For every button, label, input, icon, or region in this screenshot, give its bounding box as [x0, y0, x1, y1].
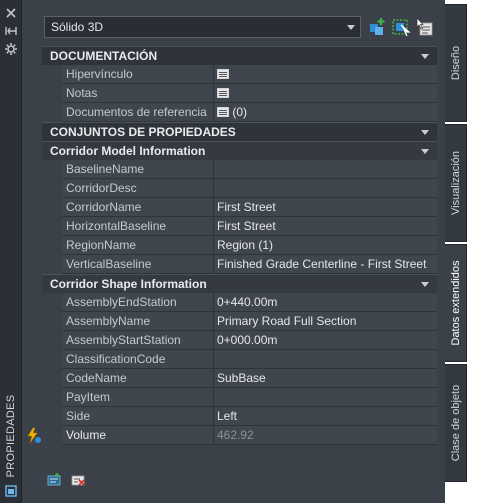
collapse-arrow-icon[interactable] [421, 282, 429, 287]
property-value[interactable] [214, 350, 437, 369]
property-name: Documentos de referencia [62, 103, 214, 122]
calculated-field-icon [27, 427, 41, 444]
toolbar: Sólido 3D [42, 14, 437, 40]
property-row[interactable]: ClassificationCode [42, 350, 437, 369]
property-name: Volume [62, 426, 214, 445]
collapse-arrow-icon[interactable] [421, 54, 429, 59]
add-property-set-icon[interactable] [46, 472, 62, 488]
property-value[interactable]: Region (1) [214, 236, 437, 255]
property-name: AssemblyStartStation [62, 331, 214, 350]
property-row[interactable]: AssemblyEndStation 0+440.00m [42, 293, 437, 312]
property-name: VerticalBaseline [62, 255, 214, 274]
section-conjuntos[interactable]: CONJUNTOS DE PROPIEDADES [42, 122, 437, 141]
tab-datos-extendidos[interactable]: Datos extendidos [445, 244, 467, 362]
properties-panel: Sólido 3D DOCUMENTACIÓN Hipervínculo Not… [22, 0, 445, 503]
property-row[interactable]: CodeName SubBase [42, 369, 437, 388]
property-value[interactable]: 0+440.00m [214, 293, 437, 312]
property-value[interactable]: (0) [214, 103, 437, 122]
palette-icon [4, 484, 18, 498]
edit-list-icon[interactable] [217, 68, 229, 79]
property-value[interactable] [214, 160, 437, 179]
property-name: HorizontalBaseline [62, 217, 214, 236]
edit-list-icon[interactable] [217, 106, 229, 117]
property-name: PayItem [62, 388, 214, 407]
property-name: BaselineName [62, 160, 214, 179]
palette-title: PROPIEDADES [5, 394, 17, 478]
section-title: DOCUMENTACIÓN [50, 49, 158, 63]
settings-icon[interactable] [4, 42, 18, 56]
close-icon[interactable] [4, 6, 18, 20]
property-name: CorridorDesc [62, 179, 214, 198]
property-value[interactable]: Finished Grade Centerline - First Street [214, 255, 437, 274]
edit-list-icon[interactable] [217, 87, 229, 98]
property-value: 462.92 [214, 426, 437, 445]
property-value[interactable] [214, 179, 437, 198]
property-value[interactable]: Primary Road Full Section [214, 312, 437, 331]
add-selection-icon[interactable] [367, 17, 387, 37]
property-value[interactable]: Left [214, 407, 437, 426]
property-row[interactable]: VerticalBaseline Finished Grade Centerlin… [42, 255, 437, 274]
section-title: Corridor Shape Information [50, 277, 207, 291]
property-value[interactable]: 0+000.00m [214, 331, 437, 350]
property-row[interactable]: BaselineName [42, 160, 437, 179]
property-name: AssemblyEndStation [62, 293, 214, 312]
tab-visualizacion[interactable]: Visualización [445, 124, 467, 242]
property-name: CodeName [62, 369, 214, 388]
section-documentacion[interactable]: DOCUMENTACIÓN [42, 46, 437, 65]
object-type-value: Sólido 3D [51, 20, 104, 34]
property-row[interactable]: Side Left [42, 407, 437, 426]
property-row[interactable]: CorridorName First Street [42, 198, 437, 217]
property-row[interactable]: PayItem [42, 388, 437, 407]
property-row[interactable]: AssemblyStartStation 0+000.00m [42, 331, 437, 350]
property-name: ClassificationCode [62, 350, 214, 369]
collapse-arrow-icon[interactable] [421, 149, 429, 154]
side-tabs: Diseño Visualización Datos extendidos Cl… [445, 0, 491, 503]
property-value[interactable] [214, 388, 437, 407]
property-value[interactable]: First Street [214, 217, 437, 236]
property-value[interactable] [214, 65, 437, 84]
select-objects-icon[interactable] [414, 17, 434, 37]
auto-hide-icon[interactable] [4, 24, 18, 38]
chevron-down-icon [347, 25, 355, 30]
property-row[interactable]: CorridorDesc [42, 179, 437, 198]
property-name: Notas [62, 84, 214, 103]
section-title: Corridor Model Information [50, 144, 206, 158]
properties-grid: DOCUMENTACIÓN Hipervínculo Notas Documen… [27, 46, 437, 445]
property-name: CorridorName [62, 198, 214, 217]
property-value[interactable]: SubBase [214, 369, 437, 388]
quick-select-icon[interactable] [391, 17, 411, 37]
property-name: Hipervínculo [62, 65, 214, 84]
palette-titlebar: PROPIEDADES [0, 0, 22, 503]
collapse-arrow-icon[interactable] [421, 130, 429, 135]
property-row[interactable]: Documentos de referencia (0) [42, 103, 437, 122]
section-corridor-shape[interactable]: Corridor Shape Information [42, 274, 437, 293]
property-row-volume[interactable]: Volume 462.92 [27, 426, 437, 445]
property-row[interactable]: AssemblyName Primary Road Full Section [42, 312, 437, 331]
property-row[interactable]: Hipervínculo [42, 65, 437, 84]
property-row[interactable]: RegionName Region (1) [42, 236, 437, 255]
section-corridor-model[interactable]: Corridor Model Information [42, 141, 437, 160]
remove-property-set-icon[interactable] [70, 472, 86, 488]
property-name: RegionName [62, 236, 214, 255]
property-value[interactable]: First Street [214, 198, 437, 217]
property-name: Side [62, 407, 214, 426]
property-row[interactable]: HorizontalBaseline First Street [42, 217, 437, 236]
property-name: AssemblyName [62, 312, 214, 331]
property-value[interactable] [214, 84, 437, 103]
tab-diseno[interactable]: Diseño [445, 4, 467, 122]
object-type-select[interactable]: Sólido 3D [44, 16, 361, 38]
property-row[interactable]: Notas [42, 84, 437, 103]
section-title: CONJUNTOS DE PROPIEDADES [50, 125, 236, 139]
tab-clase-de-objeto[interactable]: Clase de objeto [445, 364, 467, 482]
